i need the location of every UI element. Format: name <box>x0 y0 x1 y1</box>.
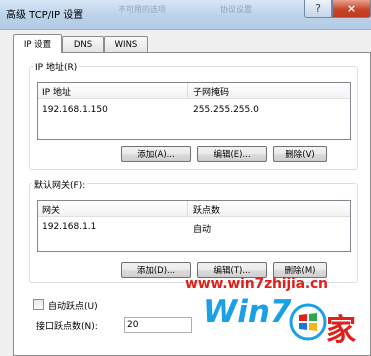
tab-label: IP 设置 <box>23 40 52 50</box>
column-divider[interactable] <box>187 83 188 99</box>
list-header: IP 地址 子网掩码 <box>38 83 350 99</box>
background-window-text: 协议设置 <box>220 5 252 14</box>
add-ip-button[interactable]: 添加(A)... <box>121 146 191 162</box>
edit-ip-button[interactable]: 编辑(E)... <box>197 146 267 162</box>
tab-ip-settings[interactable]: IP 设置 <box>13 34 62 53</box>
gateway-list[interactable]: 网关 跃点数 192.168.1.1 自动 <box>37 200 351 252</box>
watermark-char: 家 <box>326 313 356 348</box>
tab-label: WINS <box>114 39 138 50</box>
column-header-metric[interactable]: 跃点数 <box>193 203 220 216</box>
auto-metric-checkbox[interactable] <box>33 299 44 310</box>
close-button[interactable]: × <box>332 0 371 18</box>
ip-address-value: 192.168.1.150 <box>42 105 108 115</box>
interface-metric-value: 20 <box>127 320 139 330</box>
ip-address-group-title: IP 地址(R) <box>33 60 80 73</box>
background-window-text: 不可用的选项 <box>118 5 166 14</box>
ip-address-list[interactable]: IP 地址 子网掩码 192.168.1.150 255.255.255.0 <box>37 82 351 140</box>
column-header-mask[interactable]: 子网掩码 <box>193 85 229 98</box>
subnet-mask-value: 255.255.255.0 <box>193 105 259 115</box>
window-title: 高级 TCP/IP 设置 <box>6 10 84 21</box>
help-icon: ? <box>315 2 321 15</box>
column-divider[interactable] <box>187 201 188 217</box>
column-header-gateway[interactable]: 网关 <box>42 203 60 216</box>
tab-label: DNS <box>73 39 93 50</box>
interface-metric-input[interactable]: 20 <box>124 317 192 333</box>
help-button[interactable]: ? <box>304 0 332 18</box>
tcpip-settings-dialog: 高级 TCP/IP 设置 不可用的选项 协议设置 ? × IP 设置 DNS W… <box>0 0 371 356</box>
interface-metric-label: 接口跃点数(N): <box>36 322 98 332</box>
list-header: 网关 跃点数 <box>38 201 350 217</box>
title-bar[interactable]: 高级 TCP/IP 设置 不可用的选项 协议设置 ? × <box>0 0 371 30</box>
tab-wins[interactable]: WINS <box>104 36 148 52</box>
close-icon: × <box>346 2 357 15</box>
auto-metric-label[interactable]: 自动跃点(U) <box>48 299 98 312</box>
watermark-brand: Win7 <box>203 294 292 330</box>
column-header-ip[interactable]: IP 地址 <box>42 85 71 98</box>
metric-value: 自动 <box>193 225 212 235</box>
watermark-site: www.win7zhijia.cn <box>185 276 328 292</box>
delete-ip-button[interactable]: 删除(V) <box>273 146 327 162</box>
gateway-value: 192.168.1.1 <box>42 222 97 232</box>
tab-dns[interactable]: DNS <box>62 36 104 52</box>
default-gateway-group-title: 默认网关(F): <box>32 178 88 191</box>
add-gateway-button[interactable]: 添加(D)... <box>121 262 191 278</box>
windows-logo-icon <box>289 303 327 341</box>
